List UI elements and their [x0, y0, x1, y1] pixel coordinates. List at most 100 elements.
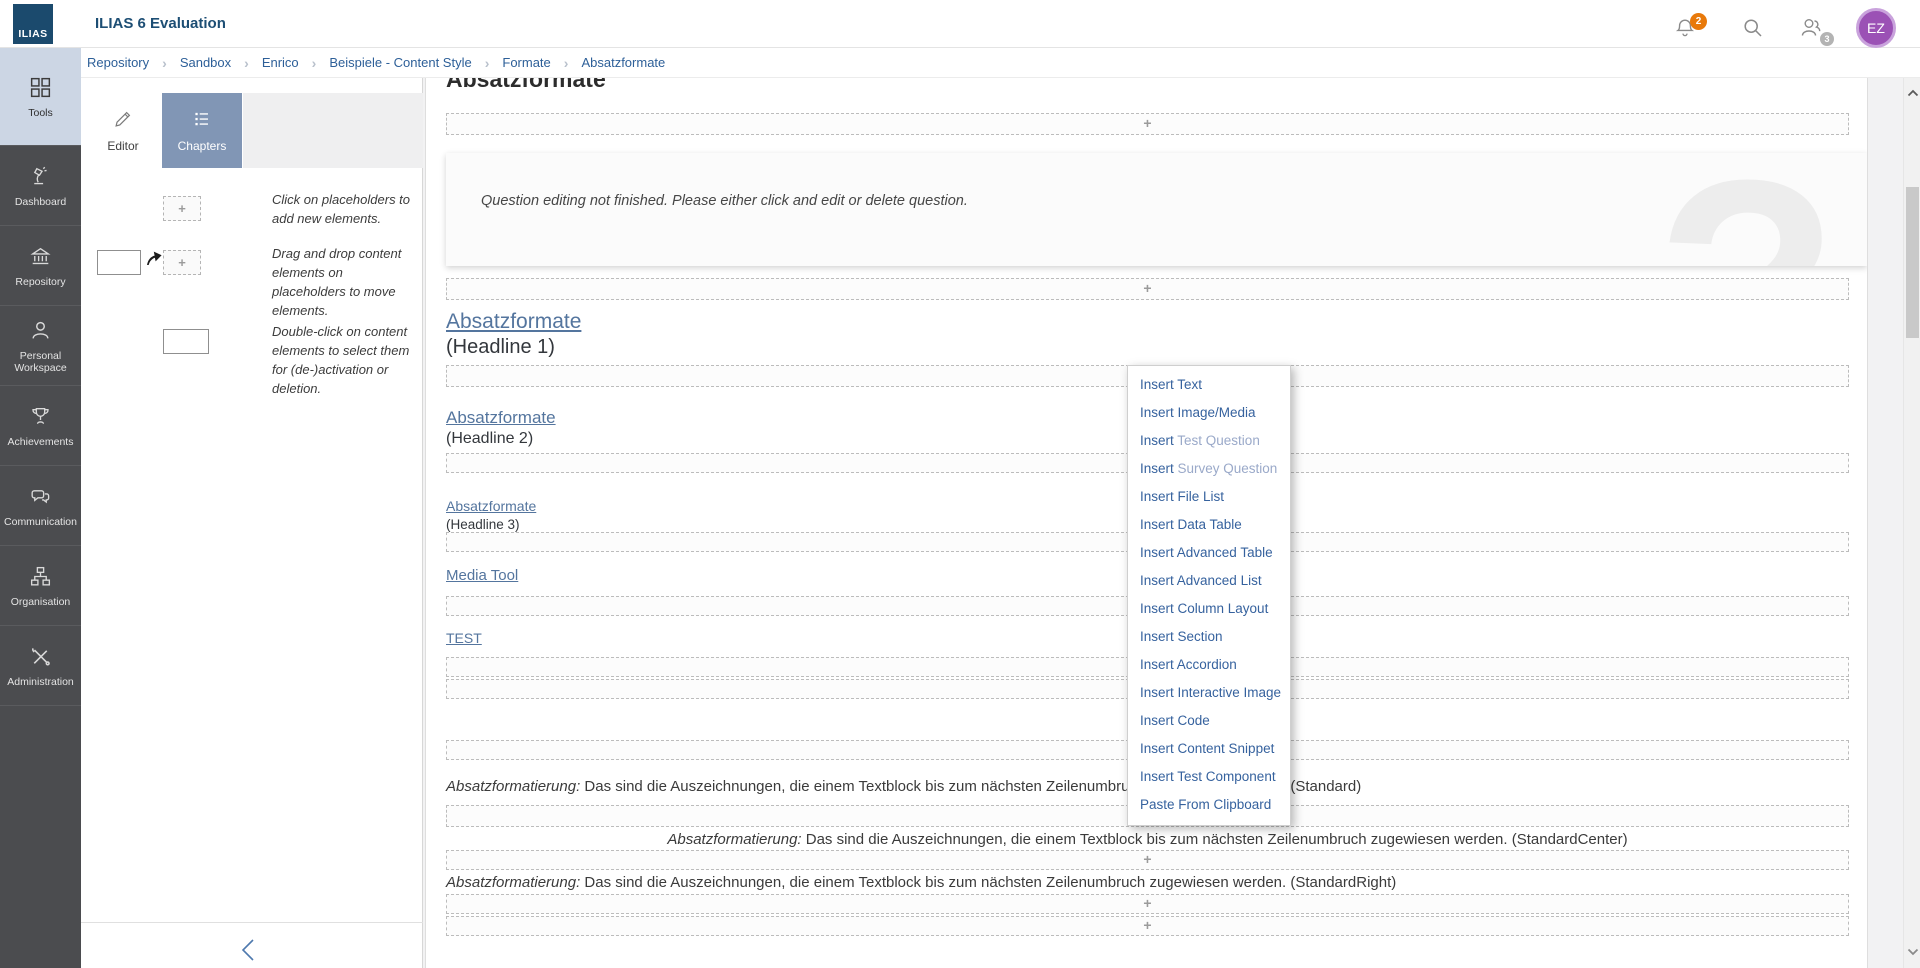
- rail-item-label: Achievements: [6, 436, 76, 448]
- tab-chapters-label: Chapters: [178, 139, 227, 153]
- menu-item-insert-section[interactable]: Insert Section: [1128, 623, 1290, 651]
- side-panel-tabs: Editor Chapters: [81, 93, 423, 168]
- menu-item-insert-text[interactable]: Insert Text: [1128, 371, 1290, 399]
- menu-item-insert-accordion[interactable]: Insert Accordion: [1128, 651, 1290, 679]
- menu-item-insert-survey-question[interactable]: Insert Survey Question: [1128, 455, 1290, 483]
- ilias-logo[interactable]: ILIAS: [13, 4, 53, 44]
- headline1-link[interactable]: Absatzformate: [446, 309, 581, 334]
- online-users-badge: 3: [1820, 32, 1834, 46]
- menu-item-insert-image-media[interactable]: Insert Image/Media: [1128, 399, 1290, 427]
- add-content-placeholder[interactable]: [446, 850, 1849, 870]
- rail-item-label: Tools: [26, 107, 55, 119]
- ilias-logo-text: ILIAS: [18, 28, 47, 44]
- list-icon: [191, 108, 213, 130]
- rail-item-label: Organisation: [9, 596, 73, 608]
- top-bar: ILIAS ILIAS 6 Evaluation 2 3 EZ: [0, 0, 1920, 48]
- menu-item-insert-data-table[interactable]: Insert Data Table: [1128, 511, 1290, 539]
- plus-icon: [1143, 280, 1151, 298]
- menu-item-insert-code[interactable]: Insert Code: [1128, 707, 1290, 735]
- rail-item-organisation[interactable]: Organisation: [0, 546, 81, 626]
- breadcrumb-item-repository[interactable]: Repository: [87, 55, 149, 70]
- rail-item-administration[interactable]: Administration: [0, 626, 81, 706]
- rail-item-dashboard[interactable]: Dashboard: [0, 146, 81, 226]
- paragraph-standard-center[interactable]: Absatzformatierung: Das sind die Auszeic…: [446, 831, 1849, 848]
- hint-drag-drop: Drag and drop content elements on placeh…: [272, 244, 414, 320]
- desk-lamp-icon: [28, 164, 53, 189]
- page-editor-canvas: Absatzformate ? Question editing not fin…: [425, 78, 1868, 968]
- headline3-caption: (Headline 3): [446, 517, 520, 532]
- placeholder-illustration: [163, 250, 201, 275]
- scrollbar-thumb[interactable]: [1906, 187, 1919, 338]
- breadcrumb-separator-icon: [564, 55, 569, 71]
- headline2-link[interactable]: Absatzformate: [446, 407, 556, 428]
- add-content-placeholder[interactable]: [446, 113, 1849, 135]
- breadcrumb: Repository Sandbox Enrico Beispiele - Co…: [81, 48, 1920, 78]
- editor-side-panel: Editor Chapters Click on placeholders to…: [81, 78, 423, 968]
- content-block-illustration: [163, 329, 209, 354]
- question-block[interactable]: ? Question editing not finished. Please …: [446, 153, 1867, 266]
- paragraph-text: Das sind die Auszeichnungen, die einem T…: [802, 831, 1628, 848]
- org-chart-icon: [28, 564, 53, 589]
- search-icon: [1741, 16, 1765, 40]
- tab-editor[interactable]: Editor: [83, 93, 163, 168]
- rail-item-label: Personal Workspace: [0, 350, 81, 374]
- breadcrumb-item-formate[interactable]: Formate: [502, 55, 550, 70]
- scroll-up-button[interactable]: [1905, 85, 1920, 101]
- drag-arrow-icon: [144, 248, 164, 268]
- plus-icon: [1143, 851, 1151, 869]
- insert-content-menu: Insert Text Insert Image/Media Insert Te…: [1127, 365, 1291, 826]
- menu-item-insert-advanced-table[interactable]: Insert Advanced Table: [1128, 539, 1290, 567]
- vertical-scrollbar[interactable]: [1903, 78, 1920, 968]
- user-avatar[interactable]: EZ: [1856, 8, 1896, 48]
- menu-item-insert-test-question[interactable]: Insert Test Question: [1128, 427, 1290, 455]
- breadcrumb-separator-icon: [244, 55, 249, 71]
- menu-item-insert-file-list[interactable]: Insert File List: [1128, 483, 1290, 511]
- headline3-link[interactable]: Absatzformate: [446, 498, 536, 515]
- trophy-icon: [28, 404, 53, 429]
- chevron-down-icon: [1907, 948, 1919, 956]
- tab-editor-label: Editor: [107, 139, 138, 153]
- scroll-down-button[interactable]: [1905, 944, 1920, 960]
- menu-item-insert-column-layout[interactable]: Insert Column Layout: [1128, 595, 1290, 623]
- rail-item-personal-workspace[interactable]: Personal Workspace: [0, 306, 81, 386]
- breadcrumb-item-sandbox[interactable]: Sandbox: [180, 55, 231, 70]
- tab-chapters[interactable]: Chapters: [162, 93, 242, 168]
- person-icon: [28, 318, 53, 343]
- breadcrumb-separator-icon: [162, 55, 167, 71]
- paragraph-prefix: Absatzformatierung:: [446, 778, 580, 795]
- collapse-panel-button[interactable]: [231, 933, 265, 967]
- test-link[interactable]: TEST: [446, 630, 482, 646]
- pencil-icon: [112, 108, 134, 130]
- media-tool-link-block: Media Tool: [446, 567, 518, 584]
- rail-item-label: Repository: [13, 276, 67, 288]
- add-content-placeholder[interactable]: [446, 894, 1849, 914]
- chevron-up-icon: [1907, 89, 1919, 97]
- plus-icon: [1143, 115, 1151, 133]
- breadcrumb-item-absatzformate[interactable]: Absatzformate: [581, 55, 665, 70]
- rail-item-tools[interactable]: Tools: [0, 48, 81, 146]
- breadcrumb-separator-icon: [485, 55, 490, 71]
- menu-item-insert-test-component[interactable]: Insert Test Component: [1128, 763, 1290, 791]
- search-button[interactable]: [1736, 11, 1770, 45]
- menu-item-paste-from-clipboard[interactable]: Paste From Clipboard: [1128, 791, 1290, 819]
- add-content-placeholder[interactable]: [446, 916, 1849, 936]
- breadcrumb-item-beispiele[interactable]: Beispiele - Content Style: [329, 55, 471, 70]
- placeholder-illustration: [163, 196, 201, 221]
- menu-item-insert-content-snippet[interactable]: Insert Content Snippet: [1128, 735, 1290, 763]
- rail-item-communication[interactable]: Communication: [0, 466, 81, 546]
- rail-item-achievements[interactable]: Achievements: [0, 386, 81, 466]
- plus-icon: [1143, 917, 1151, 935]
- headline3-block: Absatzformate (Headline 3): [446, 498, 536, 534]
- breadcrumb-item-enrico[interactable]: Enrico: [262, 55, 299, 70]
- main-content-region: Absatzformate ? Question editing not fin…: [423, 78, 1920, 968]
- add-content-placeholder[interactable]: [446, 278, 1849, 300]
- rail-item-repository[interactable]: Repository: [0, 226, 81, 306]
- chat-bubbles-icon: [28, 484, 53, 509]
- menu-item-insert-advanced-list[interactable]: Insert Advanced List: [1128, 567, 1290, 595]
- headline2-caption: (Headline 2): [446, 430, 533, 447]
- hint-double-click: Double-click on content elements to sele…: [272, 322, 414, 398]
- media-tool-link[interactable]: Media Tool: [446, 567, 518, 584]
- hint-click-placeholders: Click on placeholders to add new element…: [272, 190, 414, 228]
- menu-item-insert-interactive-image[interactable]: Insert Interactive Image: [1128, 679, 1290, 707]
- paragraph-standard-right[interactable]: Absatzformatierung: Das sind die Auszeic…: [446, 874, 1849, 891]
